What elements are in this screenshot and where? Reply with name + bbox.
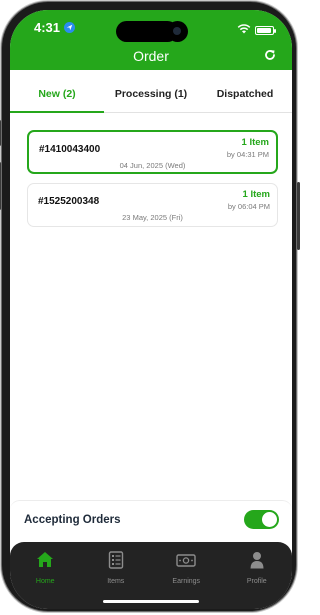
battery-icon — [255, 25, 276, 35]
nav-item-items[interactable]: Items — [81, 542, 152, 609]
camera-icon — [167, 21, 188, 42]
order-item-count: 1 Item — [241, 137, 269, 148]
order-due-time: by 06:04 PM — [227, 202, 270, 211]
bottom-nav: Home Items Earnings Profile — [10, 542, 292, 609]
app-header: 4:31 Order — [10, 10, 292, 70]
order-card[interactable]: #1410043400 1 Item by 04:31 PM 04 Jun, 2… — [27, 130, 278, 174]
accepting-orders-toggle[interactable] — [244, 510, 279, 529]
refresh-icon[interactable] — [264, 48, 276, 66]
nav-item-earnings[interactable]: Earnings — [151, 542, 222, 609]
nav-label-home: Home — [35, 578, 55, 585]
profile-icon — [250, 551, 264, 574]
location-icon — [64, 22, 76, 33]
wifi-icon — [237, 21, 251, 39]
nav-label-profile: Profile — [246, 578, 267, 585]
home-indicator — [103, 600, 199, 603]
nav-item-home[interactable]: Home — [10, 542, 81, 609]
order-id: #1525200348 — [38, 196, 100, 207]
order-tabs: New (2) Processing (1) Dispatched — [10, 80, 292, 113]
order-due-time: by 04:31 PM — [226, 150, 269, 159]
home-icon — [36, 551, 54, 573]
nav-label-earnings: Earnings — [172, 578, 201, 585]
clock-text: 4:31 — [34, 20, 61, 35]
page-title: Order — [133, 48, 169, 64]
app-screen: 4:31 Order New (2) Processing (1) Dispat… — [10, 10, 292, 609]
order-date: 23 May, 2025 (Fri) — [122, 213, 183, 222]
earnings-icon — [176, 554, 196, 572]
nav-item-profile[interactable]: Profile — [222, 542, 293, 609]
tab-dispatched[interactable]: Dispatched — [198, 80, 292, 112]
toggle-knob — [262, 512, 277, 527]
tab-processing[interactable]: Processing (1) — [104, 80, 198, 112]
items-icon — [108, 551, 123, 574]
order-id: #1410043400 — [39, 144, 101, 155]
status-icons — [237, 21, 276, 39]
order-date: 04 Jun, 2025 (Wed) — [119, 161, 186, 170]
status-time: 4:31 — [34, 20, 76, 35]
order-item-count: 1 Item — [242, 189, 270, 200]
accepting-orders-bar: Accepting Orders — [10, 500, 292, 542]
order-card[interactable]: #1525200348 1 Item by 06:04 PM 23 May, 2… — [27, 183, 278, 227]
power-button — [297, 182, 300, 250]
phone-frame: 4:31 Order New (2) Processing (1) Dispat… — [0, 2, 300, 611]
action-button — [0, 120, 1, 146]
accepting-orders-label: Accepting Orders — [24, 514, 121, 526]
volume-button — [0, 162, 1, 210]
nav-label-items: Items — [107, 578, 125, 585]
tab-new[interactable]: New (2) — [10, 80, 104, 113]
